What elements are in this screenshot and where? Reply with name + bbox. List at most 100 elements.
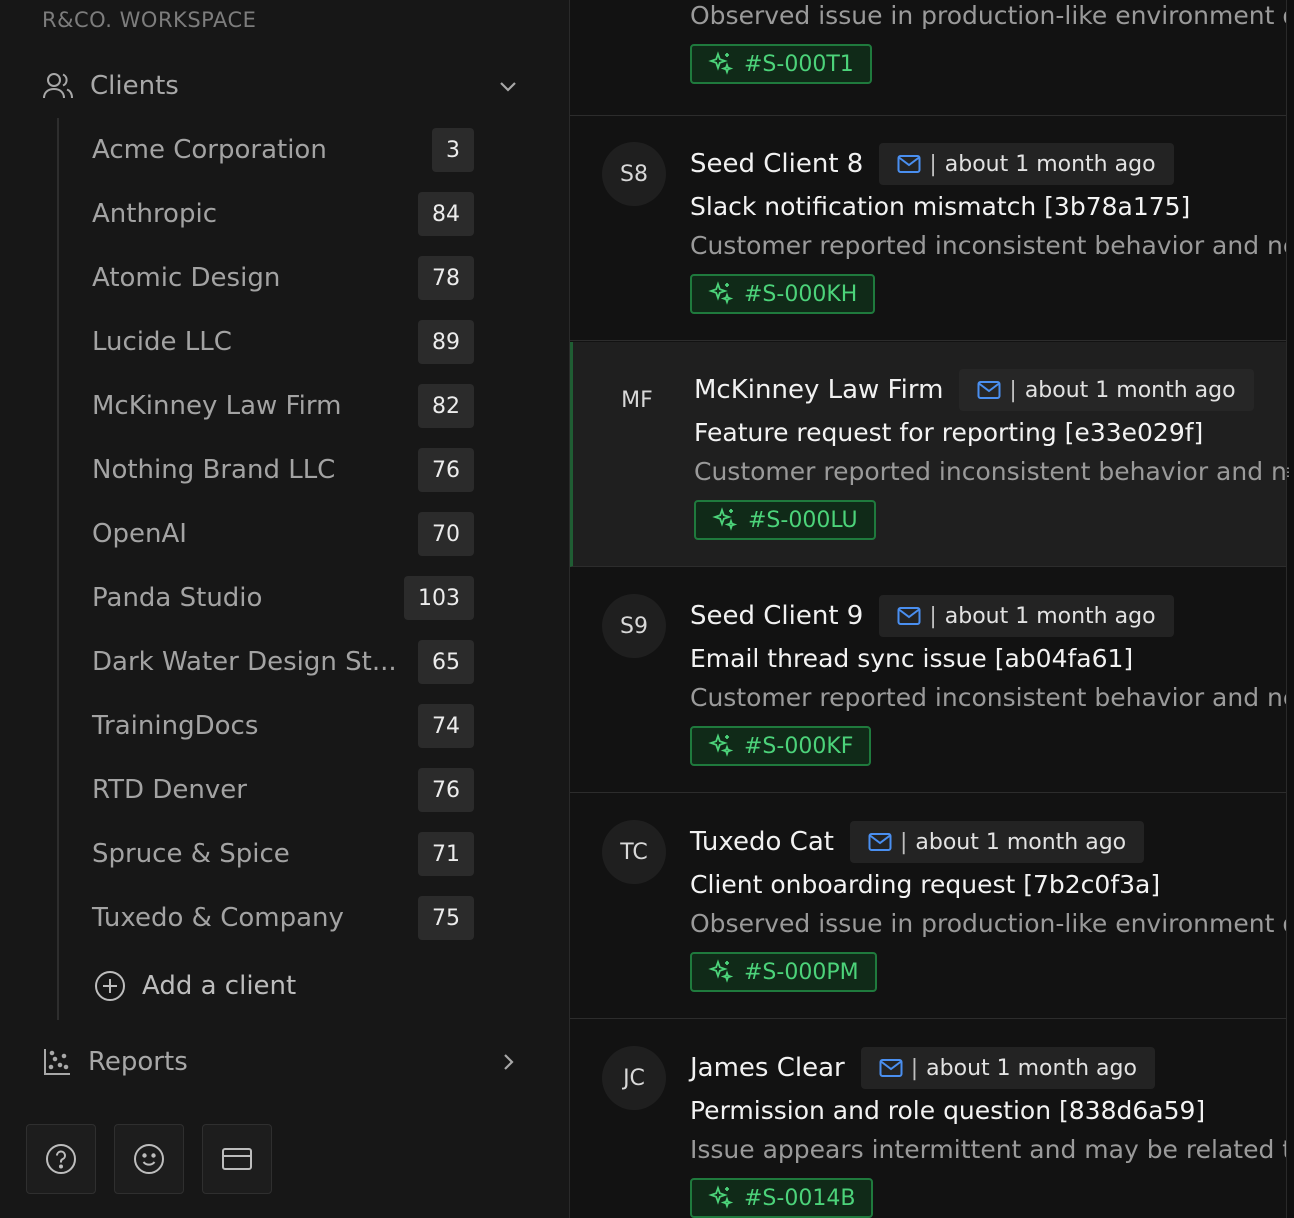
drag-handle-icon[interactable]: ⋮⋮ <box>1282 466 1294 484</box>
client-name: Tuxedo & Company <box>92 903 344 933</box>
card-icon <box>221 1146 253 1172</box>
channel-time-badge: | about 1 month ago <box>860 1047 1155 1089</box>
ticket-tag[interactable]: #S-0014B <box>690 1178 874 1218</box>
chevron-down-icon[interactable] <box>496 74 520 98</box>
conversation-preview: Observed issue in production-like enviro… <box>690 909 1286 938</box>
separator: | <box>929 603 937 629</box>
client-name: Panda Studio <box>92 583 263 613</box>
ticket-tag[interactable]: #S-000KF <box>690 726 872 766</box>
scrollbar[interactable] <box>1286 0 1294 1218</box>
client-name: Nothing Brand LLC <box>92 455 336 485</box>
conversation-header: James Clear | about 1 month ago <box>690 1046 1286 1090</box>
conversation-preview: Issue appears intermittent and may be re… <box>690 1135 1286 1164</box>
feedback-button[interactable] <box>114 1124 184 1194</box>
ticket-tag[interactable]: #S-000LU <box>694 500 876 540</box>
client-item[interactable]: Panda Studio 103 <box>92 574 474 622</box>
conversation-preview: Customer reported inconsistent behavior … <box>694 457 1286 486</box>
client-count-badge: 75 <box>418 896 474 940</box>
conversation-preview: Observed issue in production-like enviro… <box>690 1 1286 30</box>
mail-icon <box>897 606 921 626</box>
conversation-card[interactable]: MF McKinney Law Firm | about 1 month ago Fea… <box>570 342 1286 567</box>
conversation-body: McKinney Law Firm | about 1 month ago Featu… <box>694 368 1286 540</box>
clients-section-toggle[interactable]: Clients <box>42 64 520 108</box>
client-item[interactable]: Lucide LLC 89 <box>92 318 474 366</box>
client-count-badge: 65 <box>418 640 474 684</box>
conversation-preview: Customer reported inconsistent behavior … <box>690 683 1286 712</box>
conversation-title: Client onboarding request [7b2c0f3a] <box>690 870 1161 899</box>
conversation-preview: Customer reported inconsistent behavior … <box>690 231 1286 260</box>
ticket-tag[interactable]: #S-000PM <box>690 952 877 992</box>
client-name: TrainingDocs <box>92 711 259 741</box>
conversation-title: Feature request for reporting [e33e029f] <box>694 418 1204 447</box>
client-name: RTD Denver <box>92 775 247 805</box>
client-name: OpenAI <box>92 519 187 549</box>
separator: | <box>1009 377 1017 403</box>
ticket-id: #S-000KF <box>744 733 854 759</box>
plus-circle-icon <box>94 970 126 1002</box>
conversation-list: Observed issue in production-like enviro… <box>570 0 1286 1218</box>
client-item[interactable]: Atomic Design 78 <box>92 254 474 302</box>
timestamp: about 1 month ago <box>926 1055 1137 1081</box>
scatter-chart-icon <box>42 1047 72 1077</box>
help-button[interactable] <box>26 1124 96 1194</box>
client-item[interactable]: Tuxedo & Company 75 <box>92 894 474 942</box>
client-item[interactable]: RTD Denver 76 <box>92 766 474 814</box>
client-count-badge: 103 <box>404 576 474 620</box>
avatar: S9 <box>602 594 666 658</box>
client-count-badge: 3 <box>432 128 474 172</box>
workspace-title: R&CO. WORKSPACE <box>42 8 257 32</box>
client-item[interactable]: Nothing Brand LLC 76 <box>92 446 474 494</box>
channel-time-badge: | about 1 month ago <box>879 143 1174 185</box>
client-name: Anthropic <box>92 199 217 229</box>
conversation-card[interactable]: S8 Seed Client 8 | about 1 month ago Slack n… <box>570 116 1286 341</box>
separator: | <box>899 829 908 855</box>
separator: | <box>910 1055 919 1081</box>
conversation-title: Slack notification mismatch [3b78a175] <box>690 192 1191 221</box>
client-name: Spruce & Spice <box>92 839 290 869</box>
timestamp: about 1 month ago <box>944 151 1156 177</box>
mail-icon <box>868 832 892 852</box>
client-name: Seed Client 9 <box>690 601 864 631</box>
conversation-card[interactable]: JC James Clear | about 1 month ago Permissio… <box>570 1020 1286 1218</box>
avatar: S8 <box>602 142 666 206</box>
client-name: Acme Corporation <box>92 135 327 165</box>
client-name: Dark Water Design St... <box>92 647 397 677</box>
client-item[interactable]: Acme Corporation 3 <box>92 126 474 174</box>
client-count-badge: 74 <box>418 704 474 748</box>
client-name: Lucide LLC <box>92 327 232 357</box>
client-item[interactable]: TrainingDocs 74 <box>92 702 474 750</box>
client-item[interactable]: OpenAI 70 <box>92 510 474 558</box>
mail-icon <box>977 380 1001 400</box>
client-item[interactable]: Anthropic 84 <box>92 190 474 238</box>
conversation-card[interactable]: S9 Seed Client 9 | about 1 month ago Email t… <box>570 568 1286 793</box>
ticket-tag[interactable]: #S-000T1 <box>690 44 872 84</box>
ticket-tag[interactable]: #S-000KH <box>690 274 876 314</box>
sidebar: R&CO. WORKSPACE Clients Acme Corporation… <box>0 0 570 1218</box>
client-count-badge: 89 <box>418 320 474 364</box>
mail-icon <box>879 1058 903 1078</box>
client-count-badge: 76 <box>418 448 474 492</box>
client-name: McKinney Law Firm <box>92 391 342 421</box>
client-count-badge: 71 <box>418 832 474 876</box>
client-count-badge: 78 <box>418 256 474 300</box>
sparkles-icon <box>708 959 744 985</box>
channel-time-badge: | about 1 month ago <box>959 369 1254 411</box>
add-client-button[interactable]: Add a client <box>94 964 296 1008</box>
client-item[interactable]: Dark Water Design St... 65 <box>92 638 474 686</box>
conversation-header: Seed Client 8 | about 1 month ago <box>690 142 1286 186</box>
chevron-right-icon[interactable] <box>496 1050 520 1074</box>
reports-section-toggle[interactable]: Reports <box>42 1040 520 1084</box>
ticket-id: #S-000PM <box>744 959 859 985</box>
conversation-header: Seed Client 9 | about 1 month ago <box>690 594 1286 638</box>
client-name: McKinney Law Firm <box>694 375 944 405</box>
conversation-card[interactable]: Observed issue in production-like enviro… <box>570 0 1286 116</box>
conversation-body: Observed issue in production-like enviro… <box>690 0 1286 84</box>
billing-button[interactable] <box>202 1124 272 1194</box>
client-item[interactable]: Spruce & Spice 71 <box>92 830 474 878</box>
sparkles-icon <box>708 1185 744 1211</box>
conversation-body: Seed Client 9 | about 1 month ago Email thr… <box>690 594 1286 766</box>
conversation-card[interactable]: TC Tuxedo Cat | about 1 month ago Client onb… <box>570 794 1286 1019</box>
conversation-body: James Clear | about 1 month ago Permission … <box>690 1046 1286 1218</box>
client-item[interactable]: McKinney Law Firm 82 <box>92 382 474 430</box>
help-icon <box>45 1143 77 1175</box>
